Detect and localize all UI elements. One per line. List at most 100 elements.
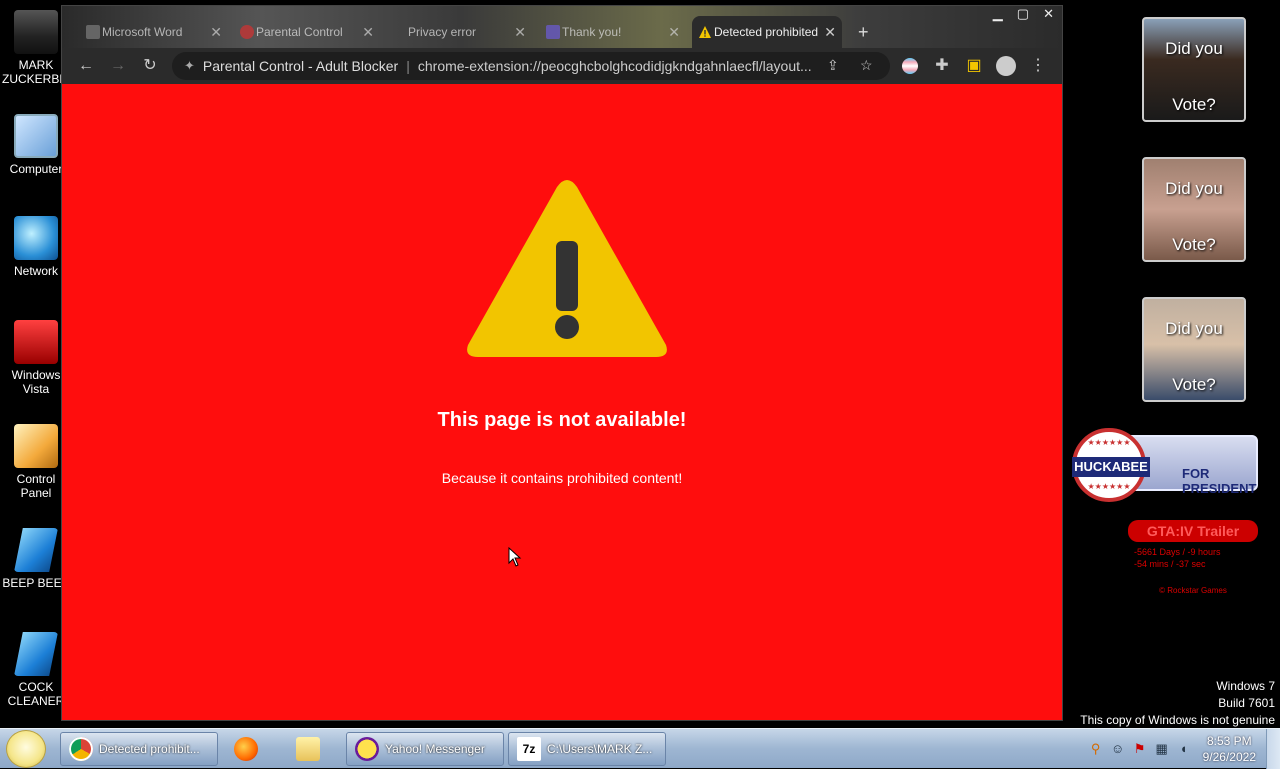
- vote-gadget-top-text: Did you: [1165, 319, 1223, 338]
- vote-gadget[interactable]: Did you Vote?: [1142, 17, 1246, 122]
- taskbar: Detected prohibit... Yahoo! Messenger 7z…: [0, 728, 1280, 769]
- page-subtitle: Because it contains prohibited content!: [441, 470, 683, 486]
- tab-strip: Microsoft Word ✕ Parental Control ✕ Priv…: [62, 6, 1062, 48]
- taskbar-item-label: C:\Users\MARK Z...: [547, 742, 653, 756]
- menu-kebab-icon[interactable]: ⋮: [1028, 56, 1048, 76]
- close-icon[interactable]: ✕: [210, 24, 222, 41]
- site-name: Parental Control - Adult Blocker: [202, 58, 399, 74]
- vote-gadget-bottom-text: Vote?: [1172, 235, 1216, 254]
- search-icon[interactable]: ⚲: [1088, 741, 1104, 757]
- url-text[interactable]: chrome-extension://peocghcbolghcodidjgkn…: [418, 58, 820, 74]
- share-icon[interactable]: ⇪: [827, 57, 839, 74]
- separator: |: [406, 58, 410, 74]
- desktop-icon-control-panel[interactable]: Control Panel: [2, 424, 70, 500]
- desktop-icon-beep-beep[interactable]: BEEP BEEP: [2, 528, 70, 590]
- tab-detected-prohibited[interactable]: Detected prohibited ✕: [692, 16, 842, 48]
- close-window-icon[interactable]: ✕: [1043, 6, 1054, 22]
- gta-countdown-gadget[interactable]: GTA:IV Trailer -5661 Days / -9 hours -54…: [1128, 520, 1258, 595]
- taskbar-item-label: Detected prohibit...: [99, 742, 200, 756]
- puzzle-icon: ✦: [184, 58, 195, 73]
- blocked-page: This page is not available! Because it c…: [62, 84, 1062, 720]
- huckabee-name: HUCKABEE: [1072, 457, 1150, 477]
- desktop-icon-label: BEEP BEEP: [2, 576, 70, 590]
- forward-icon[interactable]: →: [108, 56, 128, 76]
- close-icon[interactable]: ✕: [668, 24, 680, 41]
- taskbar-item-explorer[interactable]: [288, 732, 338, 766]
- tab-title: Parental Control: [256, 25, 343, 39]
- desktop-icon-mark-zuckerberg[interactable]: MARK ZUCKERBERG: [2, 10, 85, 86]
- window-controls: ▁ ▢ ✕: [993, 6, 1054, 22]
- desktop-icon-label: Computer: [9, 162, 63, 176]
- desktop-icon-cock-cleaner[interactable]: COCK CLEANER: [2, 632, 70, 708]
- watermark-line: Build 7601: [1218, 696, 1275, 710]
- close-icon[interactable]: ✕: [514, 24, 526, 41]
- clock[interactable]: 8:53 PM 9/26/2022: [1203, 733, 1256, 765]
- tab-title: Detected prohibited: [714, 25, 819, 39]
- gta-copyright: © Rockstar Games: [1159, 586, 1227, 595]
- extension-icon[interactable]: [900, 56, 920, 76]
- desktop-icon-label: COCK CLEANER: [7, 680, 65, 708]
- shield-icon: [240, 25, 254, 39]
- vote-gadget-top-text: Did you: [1165, 39, 1223, 58]
- desktop-icon-network[interactable]: Network: [2, 216, 70, 278]
- form-icon: [546, 25, 560, 39]
- stars-icon: ★★★★★★: [1087, 482, 1131, 491]
- stars-icon: ★★★★★★: [1087, 438, 1131, 447]
- chrome-icon: [69, 737, 93, 761]
- tab-microsoft-word[interactable]: Microsoft Word ✕: [80, 16, 228, 48]
- taskbar-item-yahoo-messenger[interactable]: Yahoo! Messenger: [346, 732, 504, 766]
- desktop: MARK ZUCKERBERG Computer Network Windows…: [0, 0, 1280, 728]
- 7zip-icon: 7z: [517, 737, 541, 761]
- messenger-icon[interactable]: ☺: [1110, 741, 1126, 757]
- huckabee-gadget[interactable]: FOR PRESIDENT ★★★★★★ HUCKABEE ★★★★★★: [1072, 428, 1259, 502]
- taskbar-item-chrome[interactable]: Detected prohibit...: [60, 732, 218, 766]
- vote-gadget[interactable]: Did you Vote?: [1142, 297, 1246, 402]
- close-icon[interactable]: ✕: [362, 24, 374, 41]
- side-panel-icon[interactable]: ▣: [964, 56, 984, 76]
- tab-parental-control[interactable]: Parental Control ✕: [234, 16, 380, 48]
- taskbar-item-7zip[interactable]: 7z C:\Users\MARK Z...: [508, 732, 666, 766]
- desktop-icon-windows-vista[interactable]: Windows Vista: [2, 320, 70, 396]
- maximize-icon[interactable]: ▢: [1017, 6, 1029, 22]
- start-button[interactable]: [6, 730, 46, 768]
- clock-time: 8:53 PM: [1206, 734, 1252, 748]
- vote-gadget-bottom-text: Vote?: [1172, 375, 1216, 394]
- bookmark-star-icon[interactable]: ☆: [860, 57, 873, 74]
- mouse-pointer-icon: [508, 547, 522, 567]
- system-tray: ⚲ ☺ ⚑ ▦ ◖ 8:53 PM 9/26/2022: [1085, 729, 1280, 769]
- back-icon[interactable]: ←: [76, 56, 96, 76]
- show-desktop-button[interactable]: [1266, 729, 1280, 769]
- app-icon: [14, 632, 58, 676]
- vote-gadget[interactable]: Did you Vote?: [1142, 157, 1246, 262]
- action-center-flag-icon[interactable]: ⚑: [1132, 741, 1148, 757]
- new-tab-button[interactable]: +: [852, 16, 882, 48]
- network-icon: [14, 216, 58, 260]
- extensions-puzzle-icon[interactable]: ✚: [932, 56, 952, 76]
- tab-title: Privacy error: [408, 25, 477, 39]
- minimize-icon[interactable]: ▁: [993, 6, 1003, 22]
- taskbar-item-firefox[interactable]: [226, 732, 276, 766]
- control-panel-icon: [14, 424, 58, 468]
- gta-countdown-days: -5661 Days / -9 hours: [1134, 547, 1221, 557]
- volume-icon[interactable]: ◖: [1176, 741, 1192, 757]
- tab-thank-you[interactable]: Thank you! ✕: [540, 16, 686, 48]
- tab-title: Microsoft Word: [102, 25, 183, 39]
- warning-icon: [467, 180, 667, 357]
- folder-icon: [296, 737, 320, 761]
- firefox-icon: [234, 737, 258, 761]
- network-icon[interactable]: ▦: [1154, 741, 1170, 757]
- browser-window: Microsoft Word ✕ Parental Control ✕ Priv…: [61, 5, 1063, 721]
- gta-title: GTA:IV Trailer: [1128, 520, 1258, 542]
- clock-date: 9/26/2022: [1202, 750, 1256, 764]
- watermark-line: This copy of Windows is not genuine: [1080, 713, 1275, 727]
- gta-countdown-mins: -54 mins / -37 sec: [1134, 559, 1206, 569]
- desktop-icon-computer[interactable]: Computer: [2, 114, 70, 176]
- close-icon[interactable]: ✕: [824, 24, 836, 41]
- address-bar[interactable]: ✦ Parental Control - Adult Blocker | chr…: [172, 52, 890, 80]
- tab-privacy-error[interactable]: Privacy error ✕: [386, 16, 532, 48]
- reload-icon[interactable]: ↻: [140, 56, 160, 76]
- browser-toolbar: ← → ↻ ✦ Parental Control - Adult Blocker…: [62, 48, 1062, 84]
- warning-icon: [392, 25, 406, 39]
- tab-title: Thank you!: [562, 25, 622, 39]
- profile-avatar-icon[interactable]: [996, 56, 1016, 76]
